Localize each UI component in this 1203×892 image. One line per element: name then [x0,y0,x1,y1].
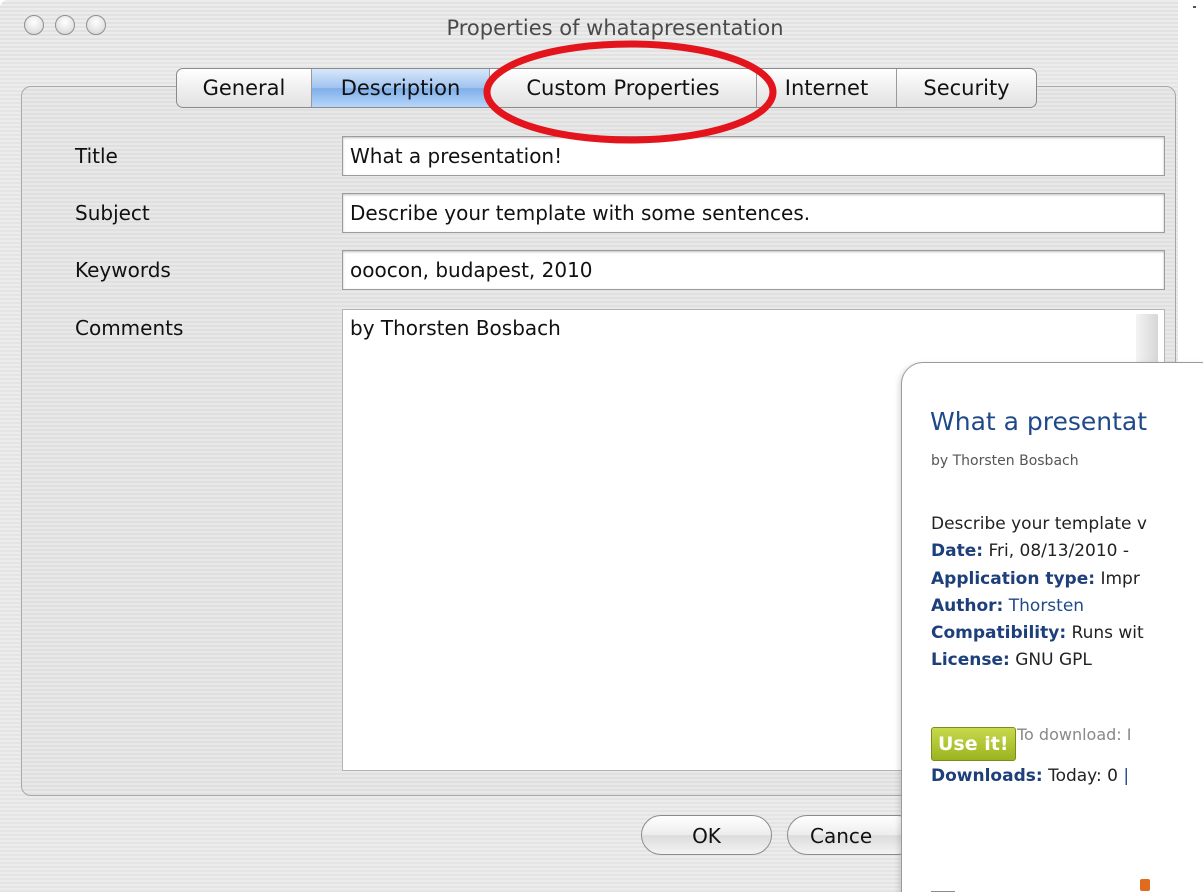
card-downloads-row: Downloads: Today: 0 | [931,766,1129,786]
card-compatibility-row: Compatibility: Runs wit [931,623,1144,643]
card-downloads-key: Downloads: [931,766,1043,786]
keywords-field[interactable]: ooocon, budapest, 2010 [342,250,1165,290]
window-title: Properties of whatapresentation [446,16,784,40]
card-author-link[interactable]: Thorsten [1003,596,1084,616]
card-description: Describe your template v [931,514,1147,534]
title-bar[interactable]: Properties of whatapresentation [0,0,1178,62]
card-compatibility-value: Runs wit [1066,623,1144,643]
title-field[interactable]: What a presentation! [342,136,1165,176]
card-author-key: Author: [931,596,1004,616]
download-note: To download: I [1017,725,1132,744]
tab-custom-properties[interactable]: Custom Properties [490,69,757,107]
tab-description[interactable]: Description [312,69,490,107]
card-license-key: License: [931,650,1010,670]
card-app-type-value: Impr [1095,569,1140,589]
cancel-button[interactable]: Cance [787,815,918,855]
card-downloads-separator: | [1123,766,1130,786]
card-title[interactable]: What a presentat [930,407,1147,436]
subject-label: Subject [75,201,150,225]
comments-label: Comments [75,316,184,340]
tab-internet[interactable]: Internet [757,69,897,107]
edge-mark [1193,6,1196,8]
card-app-type-row: Application type: Impr [931,569,1140,589]
card-downloads-value: Today: 0 [1042,766,1124,786]
card-date-row: Date: Fri, 08/13/2010 - [931,541,1129,561]
card-date-value: Fri, 08/13/2010 - [983,541,1130,561]
subject-field[interactable]: Describe your template with some sentenc… [342,193,1165,233]
title-label: Title [75,144,118,168]
comments-text: by Thorsten Bosbach [350,316,561,340]
use-it-button[interactable]: Use it! [931,727,1016,761]
ok-button[interactable]: OK [641,815,772,855]
flag-icon [1140,879,1150,891]
card-license-value: GNU GPL [1009,650,1092,670]
card-app-type-key: Application type: [931,569,1096,589]
tab-security[interactable]: Security [897,69,1036,107]
template-info-card: What a presentat by Thorsten Bosbach Des… [901,362,1203,892]
tab-bar: General Description Custom Properties In… [176,68,1037,108]
card-license-row: License: GNU GPL [931,650,1092,670]
card-byline: by Thorsten Bosbach [931,453,1079,469]
card-compatibility-key: Compatibility: [931,623,1067,643]
card-author-row: Author: Thorsten [931,596,1084,616]
card-date-key: Date: [931,541,984,561]
tab-general[interactable]: General [177,69,312,107]
screen: Properties of whatapresentation Title Su… [0,0,1203,892]
keywords-label: Keywords [75,258,171,282]
